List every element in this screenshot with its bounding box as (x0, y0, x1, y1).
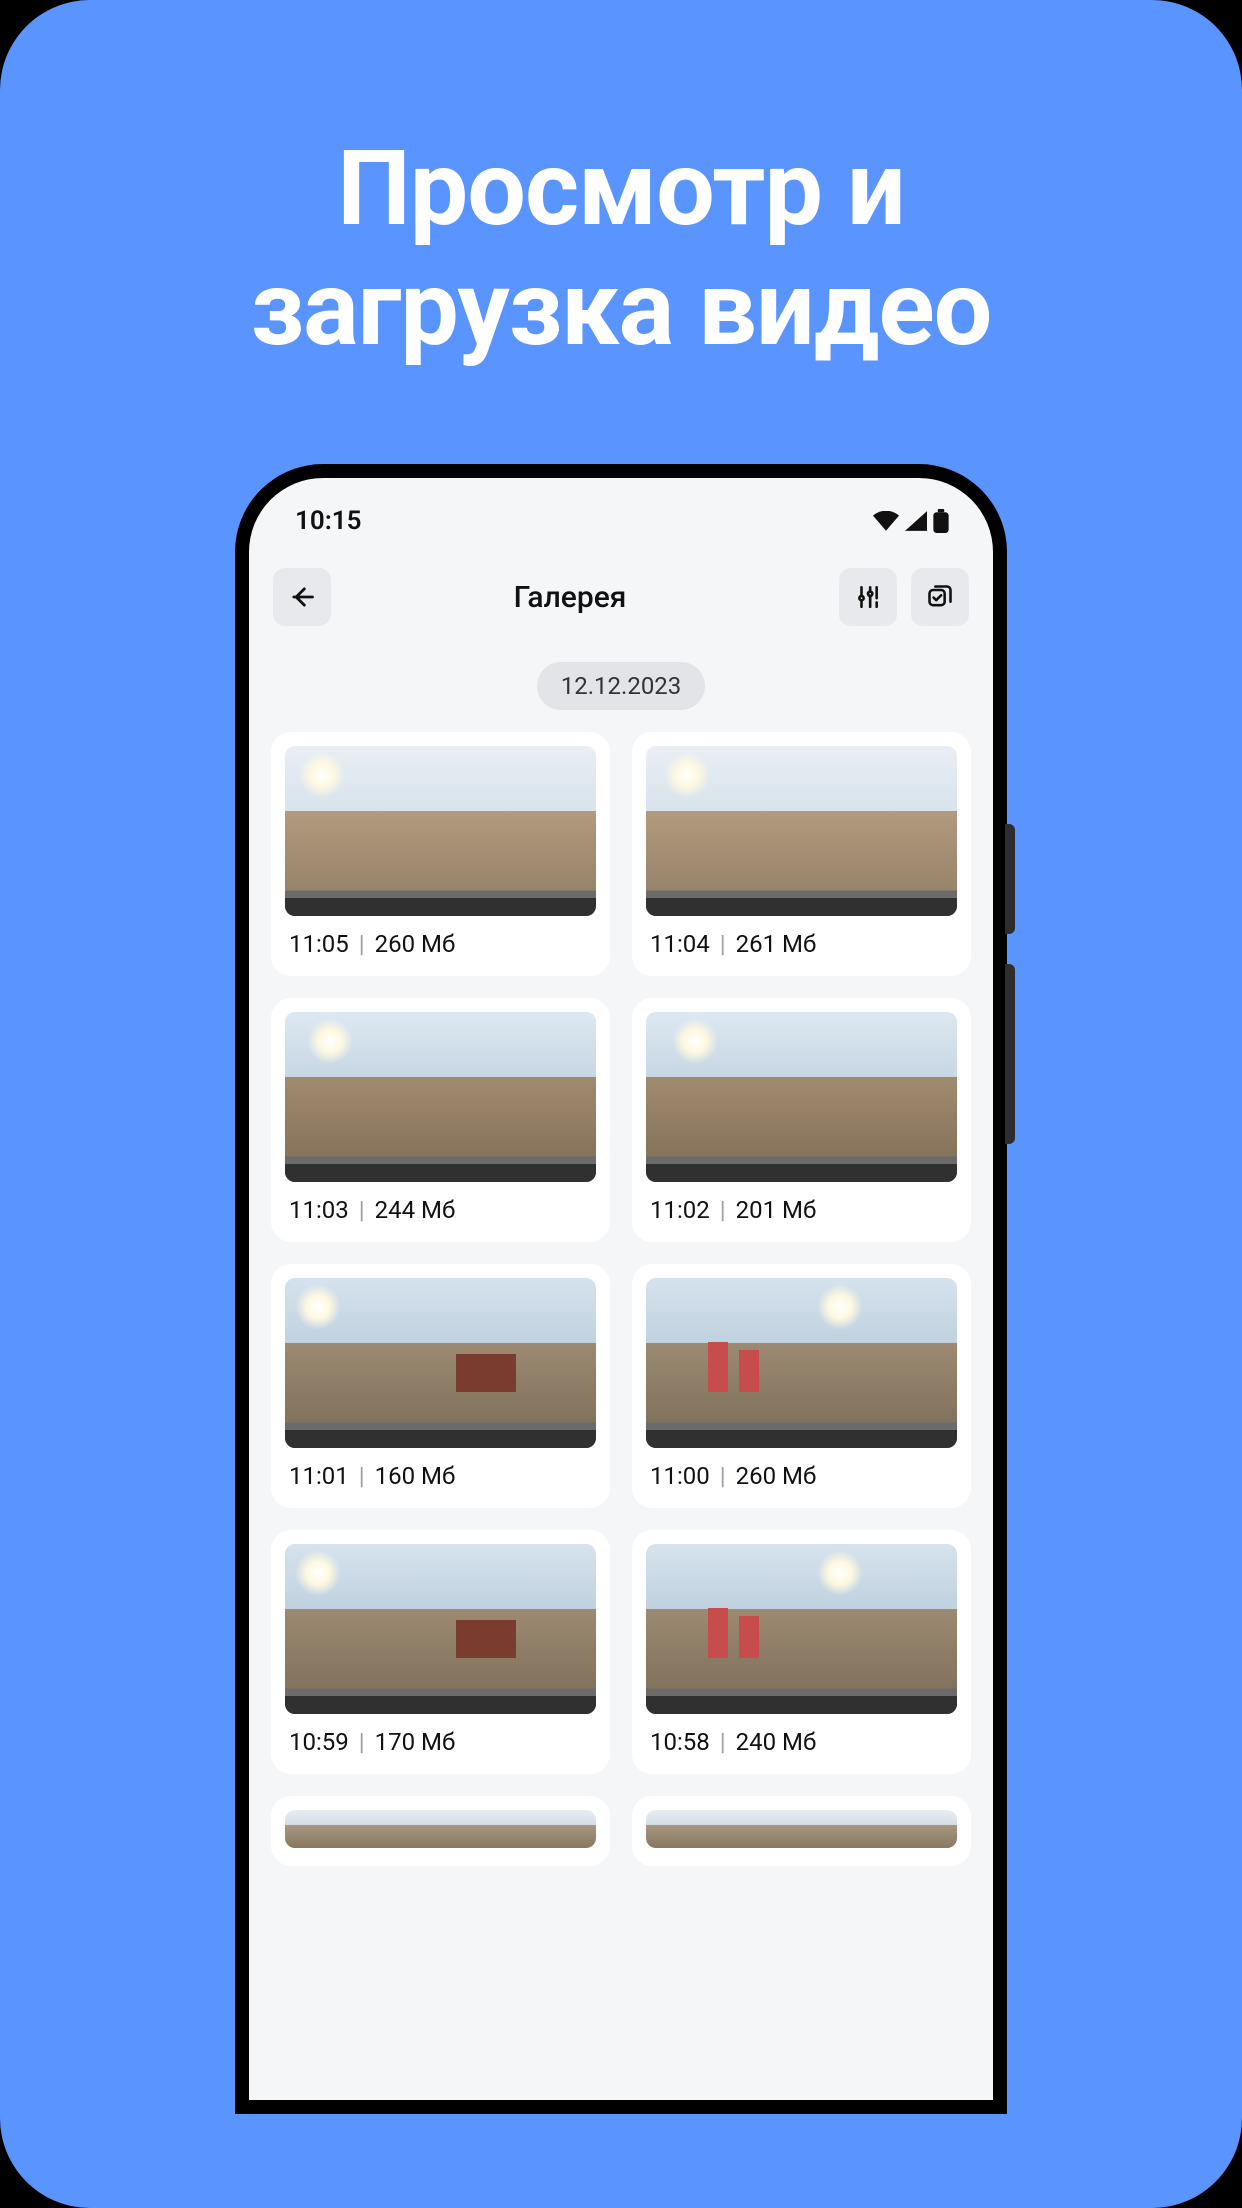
meta-separator: | (720, 1462, 726, 1490)
promo-panel: Просмотр и загрузка видео 10:15 (0, 0, 1242, 2208)
video-time: 11:03 (289, 1196, 349, 1224)
phone-side-button (1005, 824, 1015, 934)
promo-title-line1: Просмотр и (337, 129, 905, 250)
video-meta: 11:00 | 260 Мб (646, 1462, 957, 1490)
video-size: 260 Мб (375, 930, 456, 958)
video-card[interactable]: 11:03 | 244 Мб (271, 998, 610, 1242)
wifi-icon (873, 511, 899, 531)
video-card[interactable] (271, 1796, 610, 1866)
video-size: 244 Мб (375, 1196, 456, 1224)
meta-separator: | (359, 1462, 365, 1490)
video-time: 11:00 (650, 1462, 710, 1490)
promo-title: Просмотр и загрузка видео (251, 130, 992, 369)
video-time: 10:58 (650, 1728, 710, 1756)
video-thumbnail (646, 1278, 957, 1448)
video-meta: 11:03 | 244 Мб (285, 1196, 596, 1224)
video-thumbnail (646, 1810, 957, 1848)
video-card[interactable] (632, 1796, 971, 1866)
video-time: 10:59 (289, 1728, 349, 1756)
page-title: Галерея (315, 580, 825, 615)
meta-separator: | (720, 1196, 726, 1224)
video-card[interactable]: 10:59 | 170 Мб (271, 1530, 610, 1774)
promo-title-line2: загрузка видео (251, 249, 992, 370)
video-thumbnail (285, 1278, 596, 1448)
video-time: 11:02 (650, 1196, 710, 1224)
sliders-icon (855, 584, 881, 610)
video-card[interactable]: 11:04 | 261 Мб (632, 732, 971, 976)
status-indicators (873, 509, 949, 533)
video-thumbnail (285, 1012, 596, 1182)
video-size: 261 Мб (736, 930, 817, 958)
copy-check-icon (926, 583, 954, 611)
video-size: 201 Мб (736, 1196, 817, 1224)
arrow-left-icon (288, 583, 316, 611)
video-meta: 10:59 | 170 Мб (285, 1728, 596, 1756)
video-size: 170 Мб (375, 1728, 456, 1756)
video-meta: 11:02 | 201 Мб (646, 1196, 957, 1224)
video-size: 260 Мб (736, 1462, 817, 1490)
video-thumbnail (646, 1544, 957, 1714)
meta-separator: | (359, 930, 365, 958)
video-thumbnail (646, 1012, 957, 1182)
video-thumbnail (285, 1544, 596, 1714)
video-size: 240 Мб (736, 1728, 817, 1756)
video-meta: 11:05 | 260 Мб (285, 930, 596, 958)
date-pill: 12.12.2023 (537, 662, 706, 710)
video-thumbnail (646, 746, 957, 916)
date-header-row: 12.12.2023 (249, 662, 993, 710)
meta-separator: | (359, 1196, 365, 1224)
status-bar: 10:15 (249, 490, 993, 552)
video-time: 11:05 (289, 930, 349, 958)
phone-side-button (1005, 964, 1015, 1144)
status-time: 10:15 (295, 506, 362, 536)
cellular-icon (905, 511, 927, 531)
video-meta: 10:58 | 240 Мб (646, 1728, 957, 1756)
meta-separator: | (720, 1728, 726, 1756)
battery-icon (933, 509, 949, 533)
video-size: 160 Мб (375, 1462, 456, 1490)
meta-separator: | (720, 930, 726, 958)
meta-separator: | (359, 1728, 365, 1756)
gallery-grid: 11:05 | 260 Мб 11:04 | 261 Мб (249, 732, 993, 1866)
phone-screen: 10:15 Галерея (249, 478, 993, 2100)
video-thumbnail (285, 746, 596, 916)
phone-mockup: 10:15 Галерея (235, 464, 1007, 2114)
video-meta: 11:04 | 261 Мб (646, 930, 957, 958)
video-time: 11:04 (650, 930, 710, 958)
video-card[interactable]: 10:58 | 240 Мб (632, 1530, 971, 1774)
video-meta: 11:01 | 160 Мб (285, 1462, 596, 1490)
video-card[interactable]: 11:01 | 160 Мб (271, 1264, 610, 1508)
video-card[interactable]: 11:00 | 260 Мб (632, 1264, 971, 1508)
video-card[interactable]: 11:05 | 260 Мб (271, 732, 610, 976)
video-card[interactable]: 11:02 | 201 Мб (632, 998, 971, 1242)
video-thumbnail (285, 1810, 596, 1848)
video-time: 11:01 (289, 1462, 349, 1490)
select-button[interactable] (911, 568, 969, 626)
filter-button[interactable] (839, 568, 897, 626)
app-toolbar: Галерея (249, 552, 993, 642)
